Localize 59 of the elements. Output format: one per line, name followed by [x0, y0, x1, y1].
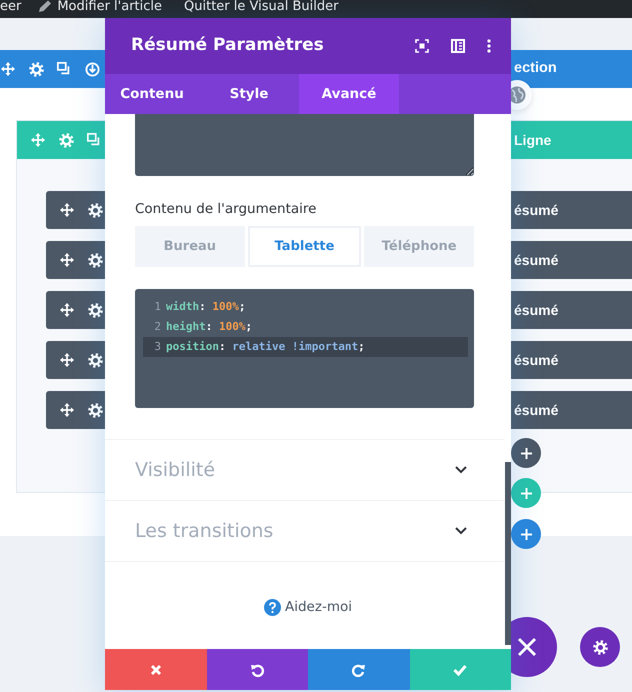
code-line: position: relative !important; [166, 338, 365, 355]
modal-title: Résumé Paramètres [131, 34, 324, 58]
gear-icon[interactable] [29, 62, 44, 76]
code-line: height: 100%; [166, 318, 252, 335]
move-icon[interactable] [60, 403, 74, 417]
code-line: width: 100%; [166, 298, 246, 315]
toggle-title: Visibilité [135, 458, 216, 483]
line-number: 2 [153, 318, 161, 335]
move-icon[interactable] [60, 253, 74, 267]
pencil-icon[interactable] [37, 0, 54, 14]
field-label: Contenu de l'argumentaire [135, 200, 318, 219]
line-number: 1 [153, 298, 161, 315]
add-button[interactable] [511, 519, 541, 549]
line-number: 3 [153, 338, 161, 355]
module-label: ésumé [514, 400, 558, 420]
gear-icon[interactable] [88, 252, 103, 268]
tab[interactable]: Avancé [299, 74, 399, 114]
discard-icon [148, 662, 163, 676]
code-editor[interactable]: 1 width: 100%; 2 height: 100%; 3 position: relative !important; [135, 289, 474, 408]
admin-bar-link[interactable]: Quitter le Visual Builder [184, 0, 338, 14]
input-field[interactable] [135, 114, 474, 176]
sidebar-icon[interactable] [451, 39, 465, 53]
admin-bar-link[interactable]: Modifier l'article [57, 0, 162, 14]
help-icon[interactable] [264, 598, 281, 616]
scrollbar[interactable] [505, 462, 511, 645]
duplicate-icon[interactable] [57, 62, 71, 76]
tab[interactable]: Style [199, 74, 299, 114]
module-label: ésumé [514, 300, 558, 320]
chevron-down-icon[interactable] [455, 466, 467, 474]
section-label: ection [514, 59, 557, 78]
check-icon [453, 662, 468, 676]
help-link[interactable]: Aidez-moi [285, 596, 352, 618]
row-label: Ligne [514, 130, 552, 150]
more-icon[interactable] [487, 39, 491, 53]
plus-icon [520, 528, 532, 540]
plus-icon [520, 488, 532, 498]
gear-icon[interactable] [88, 402, 103, 418]
gear-icon[interactable] [88, 302, 103, 318]
move-icon[interactable] [1, 62, 15, 76]
close-icon [517, 637, 537, 657]
plus-icon [520, 448, 532, 458]
settings-button[interactable] [580, 627, 620, 667]
settings-icon [592, 640, 608, 654]
move-icon[interactable] [60, 353, 74, 367]
module-label: ésumé [514, 350, 558, 370]
undo-icon [250, 662, 264, 676]
module-label: ésumé [514, 200, 558, 220]
device-tab[interactable]: Tablette [248, 226, 362, 267]
gear-icon[interactable] [88, 202, 103, 218]
move-icon[interactable] [60, 203, 74, 217]
chevron-down-icon[interactable] [455, 527, 467, 535]
tab[interactable]: Contenu [105, 74, 199, 114]
toggle-title: Les transitions [135, 518, 274, 544]
move-icon[interactable] [60, 303, 74, 317]
module-label: ésumé [514, 250, 558, 270]
redo-icon [352, 662, 366, 676]
expand-icon[interactable] [415, 39, 429, 53]
admin-bar-link[interactable]: eer [0, 0, 22, 14]
gear-icon[interactable] [88, 352, 103, 368]
